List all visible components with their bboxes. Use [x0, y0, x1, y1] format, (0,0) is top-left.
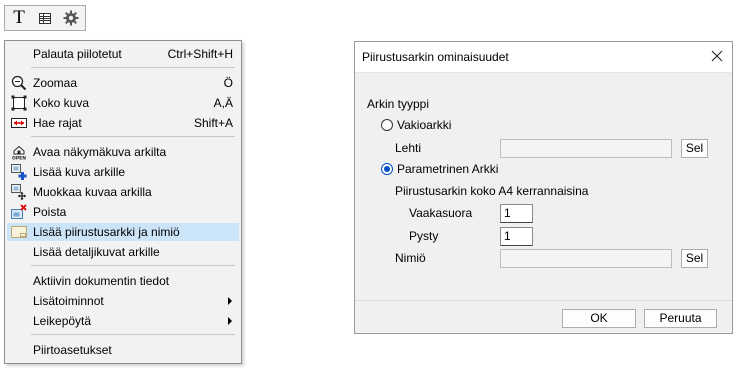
close-icon[interactable]	[710, 49, 724, 63]
menu-item-shortcut: A,Ä	[213, 96, 233, 110]
zoom-icon	[11, 75, 27, 91]
menu-separator	[31, 265, 235, 266]
menu-item-label: Poista	[33, 205, 67, 219]
menu-item-add-image[interactable]: Lisää kuva arkille	[7, 163, 239, 181]
dialog-titlebar: Piirustusarkin ominaisuudet	[355, 42, 732, 73]
menu-item-more-actions[interactable]: Lisätoiminnot	[7, 292, 239, 310]
menu-separator	[31, 67, 235, 68]
sheet-label: Lehti	[395, 141, 422, 155]
menu-item-label: Aktiivin dokumentin tiedot	[33, 274, 170, 288]
svg-text:OPEN: OPEN	[12, 156, 26, 161]
title-block-field[interactable]	[500, 249, 672, 268]
parametric-sheet-label[interactable]: Parametrinen Arkki	[397, 162, 498, 176]
dialog-title: Piirustusarkin ominaisuudet	[362, 50, 509, 64]
open-view-icon: OPEN	[11, 144, 27, 162]
menu-item-label: Leikepöytä	[33, 314, 92, 328]
menu-item-add-detail-views[interactable]: Lisää detaljikuvat arkille	[7, 243, 239, 261]
submenu-arrow-icon	[228, 317, 232, 325]
menu-item-label: Avaa näkymäkuva arkilta	[33, 145, 167, 159]
menu-item-label: Palauta piilotetut	[33, 47, 122, 61]
sheet-field[interactable]	[500, 139, 672, 158]
parametric-sheet-radio[interactable]	[381, 163, 393, 175]
table-icon[interactable]	[35, 9, 55, 27]
menu-item-label: Koko kuva	[33, 96, 90, 110]
edit-image-icon	[11, 184, 27, 200]
menu-item-delete[interactable]: Poista	[7, 203, 239, 221]
context-menu: Palauta piilotetut Ctrl+Shift+H Zoomaa Ö…	[4, 40, 242, 364]
menu-item-label: Lisää piirustusarkki ja nimiö	[33, 225, 180, 239]
menu-item-clipboard[interactable]: Leikepöytä	[7, 312, 239, 330]
menu-item-label: Zoomaa	[33, 76, 78, 90]
delete-image-icon	[11, 204, 27, 220]
menu-item-zoom[interactable]: Zoomaa Ö	[7, 74, 239, 92]
gear-icon[interactable]	[61, 9, 81, 27]
standard-sheet-label[interactable]: Vakioarkki	[397, 118, 451, 132]
menu-item-label: Hae rajat	[33, 116, 82, 130]
menu-item-add-sheet-and-title-block[interactable]: Lisää piirustusarkki ja nimiö	[7, 223, 239, 241]
sheet-properties-dialog: Piirustusarkin ominaisuudet Arkin tyyppi…	[354, 41, 733, 334]
bounds-icon	[11, 115, 27, 131]
menu-item-label: Piirtoasetukset	[33, 343, 112, 357]
standard-sheet-radio[interactable]	[381, 119, 393, 131]
fit-view-icon	[11, 95, 27, 111]
menu-item-edit-image[interactable]: Muokkaa kuvaa arkilla	[7, 183, 239, 201]
size-label: Piirustusarkin koko A4 kerrannaisina	[395, 184, 589, 198]
menu-separator	[31, 334, 235, 335]
menu-item-shortcut: Ctrl+Shift+H	[167, 47, 233, 61]
add-image-icon	[11, 164, 27, 180]
menu-item-get-bounds[interactable]: Hae rajat Shift+A	[7, 114, 239, 132]
horizontal-input[interactable]: 1	[500, 204, 533, 223]
menu-item-restore-hidden[interactable]: Palauta piilotetut Ctrl+Shift+H	[7, 45, 239, 63]
ok-button[interactable]: OK	[562, 309, 636, 328]
vertical-input[interactable]: 1	[500, 227, 533, 246]
dialog-footer-divider	[355, 300, 732, 301]
title-block-label: Nimiö	[395, 251, 426, 265]
vertical-label: Pysty	[409, 229, 439, 243]
menu-item-label: Lisätoiminnot	[33, 294, 104, 308]
menu-item-full-view[interactable]: Koko kuva A,Ä	[7, 94, 239, 112]
menu-item-open-view[interactable]: OPEN Avaa näkymäkuva arkilta	[7, 143, 239, 162]
menu-item-label: Lisää detaljikuvat arkille	[33, 245, 160, 259]
cancel-button[interactable]: Peruuta	[644, 309, 717, 328]
menu-separator	[31, 136, 235, 137]
sheet-select-button[interactable]: Sel	[681, 139, 708, 158]
menu-item-label: Lisää kuva arkille	[33, 165, 126, 179]
menu-item-shortcut: Shift+A	[193, 116, 233, 130]
add-sheet-icon	[11, 224, 27, 240]
submenu-arrow-icon	[228, 297, 232, 305]
menu-item-label: Muokkaa kuvaa arkilla	[33, 185, 152, 199]
text-tool-icon[interactable]: T	[9, 8, 29, 27]
toolbar: T	[4, 5, 86, 31]
menu-item-shortcut: Ö	[223, 76, 233, 90]
menu-item-drawing-settings[interactable]: Piirtoasetukset	[7, 341, 239, 359]
horizontal-label: Vaakasuora	[409, 206, 473, 220]
menu-item-active-document-info[interactable]: Aktiivin dokumentin tiedot	[7, 272, 239, 290]
title-block-select-button[interactable]: Sel	[681, 249, 708, 268]
sheet-type-label: Arkin tyyppi	[367, 97, 430, 111]
